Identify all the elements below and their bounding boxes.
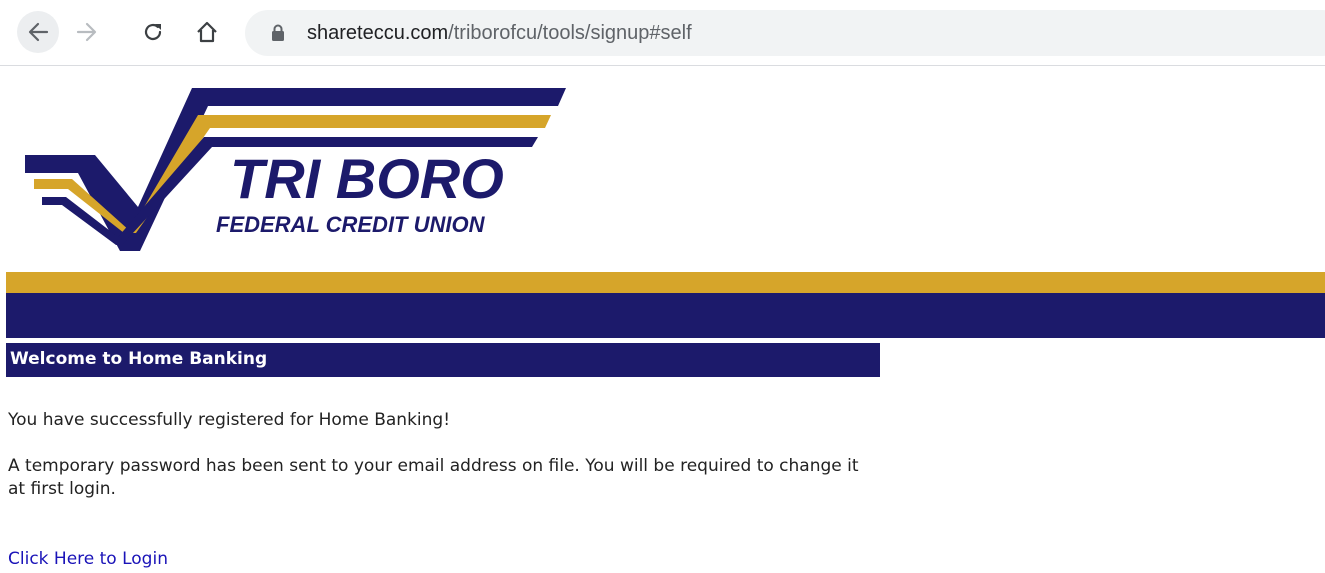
navy-banner-stripe — [6, 293, 1325, 338]
back-button[interactable] — [17, 11, 59, 53]
reload-button[interactable] — [132, 11, 174, 53]
browser-toolbar: shareteccu.com/triborofcu/tools/signup#s… — [0, 0, 1325, 66]
logo-graphic: TRI BORO FEDERAL CREDIT UNION — [25, 88, 566, 251]
url-text: shareteccu.com/triborofcu/tools/signup#s… — [307, 22, 692, 45]
forward-button[interactable] — [66, 11, 108, 53]
address-bar[interactable]: shareteccu.com/triborofcu/tools/signup#s… — [245, 10, 1325, 56]
gold-banner-stripe — [6, 272, 1325, 293]
logo-name-text: TRI BORO — [230, 147, 504, 210]
url-domain: shareteccu.com — [307, 22, 449, 44]
arrow-right-icon — [76, 22, 97, 42]
reload-icon — [144, 23, 162, 41]
password-message: A temporary password has been sent to yo… — [8, 456, 859, 499]
page-title: Welcome to Home Banking — [6, 343, 880, 377]
url-path: /triborofcu/tools/signup#self — [448, 22, 692, 44]
success-message: You have successfully registered for Hom… — [8, 410, 451, 430]
home-icon — [197, 21, 217, 43]
lock-icon — [272, 24, 284, 41]
home-button[interactable] — [186, 11, 228, 53]
logo-subtitle-text: FEDERAL CREDIT UNION — [216, 212, 486, 237]
tri-boro-logo: TRI BORO FEDERAL CREDIT UNION — [20, 85, 580, 255]
arrow-left-icon — [28, 22, 49, 42]
login-link[interactable]: Click Here to Login — [8, 549, 168, 569]
